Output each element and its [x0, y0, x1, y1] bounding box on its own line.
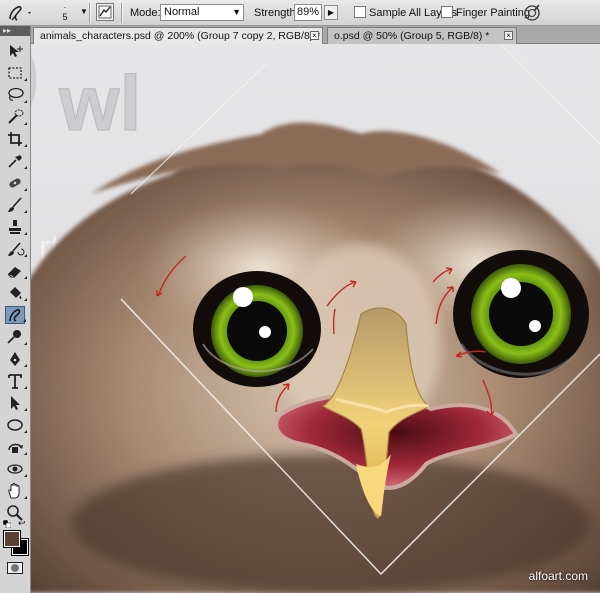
clone-stamp-tool[interactable]: [5, 218, 27, 236]
spot-heal-tool[interactable]: [5, 174, 27, 192]
pen-tool[interactable]: [5, 350, 27, 368]
mode-label: Mode:: [130, 7, 161, 19]
history-brush-tool[interactable]: [5, 240, 27, 258]
brush-size-picker[interactable]: · 5: [52, 2, 78, 24]
3d-orbit-tool[interactable]: [5, 460, 27, 478]
smudge-icon: [9, 309, 21, 322]
quick-mask-button[interactable]: [7, 562, 23, 574]
close-icon[interactable]: ×: [504, 31, 513, 40]
3d-rotate-tool[interactable]: [5, 438, 27, 456]
hand-icon: [8, 483, 20, 499]
lower-fur-shadow: [71, 454, 591, 593]
finger-painting-label: Finger Painting: [456, 7, 530, 19]
marquee-tool[interactable]: [5, 64, 27, 82]
dodge-icon: [7, 330, 21, 344]
mode-value: Normal: [164, 6, 200, 18]
3d-rotate-icon: [8, 443, 23, 453]
lasso-tool[interactable]: [5, 86, 27, 104]
document-canvas[interactable]: wl rt.com: [31, 44, 600, 593]
move-icon: [10, 45, 23, 57]
sample-all-layers-checkbox[interactable]: [354, 6, 366, 18]
ellipse-icon: [7, 419, 23, 431]
brush-tool[interactable]: [5, 196, 27, 214]
crop-icon: [8, 132, 22, 146]
rect-marquee-icon: [8, 67, 22, 79]
brush-icon: [8, 197, 22, 212]
owl-artwork: wl rt.com: [31, 44, 600, 593]
stamp-icon: [9, 220, 21, 234]
eraser-tool[interactable]: [5, 262, 27, 280]
finger-smudge-icon: [9, 5, 31, 21]
tablet-pressure-icon[interactable]: [522, 3, 542, 23]
crop-tool[interactable]: [5, 130, 27, 148]
brush-dropdown-arrow[interactable]: ▼: [80, 7, 88, 16]
eyedropper-icon: [8, 155, 22, 168]
spot-heal-icon: [9, 178, 21, 188]
tab-label: animals_characters.psd @ 200% (Group 7 c…: [40, 30, 321, 42]
hand-tool[interactable]: [5, 482, 27, 500]
left-eye: [193, 271, 321, 387]
brush-size-value: 5: [62, 12, 68, 22]
logo-text: wl: [58, 59, 141, 147]
history-brush-icon: [8, 242, 25, 256]
foreground-color-swatch[interactable]: [3, 530, 21, 548]
move-tool[interactable]: [5, 42, 25, 60]
brush-dot: ·: [63, 2, 67, 12]
eyedropper-tool[interactable]: [5, 152, 27, 170]
close-icon[interactable]: ×: [310, 31, 319, 40]
quick-select-icon: [8, 109, 24, 124]
3d-orbit-icon: [7, 464, 23, 474]
mode-select[interactable]: Normal ▼: [160, 4, 244, 21]
dodge-tool[interactable]: [5, 328, 27, 346]
brush-panel-icon[interactable]: [96, 3, 114, 21]
type-icon: [8, 374, 22, 389]
tools-panel: ▸▸ ↩: [0, 26, 31, 593]
tab-o-psd[interactable]: o.psd @ 50% (Group 5, RGB/8) * ×: [327, 27, 517, 44]
eraser-icon: [7, 267, 21, 278]
quick-select-tool[interactable]: [5, 108, 27, 126]
chevron-down-icon: ▼: [232, 7, 241, 17]
document-tab-bar: animals_characters.psd @ 200% (Group 7 c…: [31, 26, 600, 44]
separator: [89, 3, 91, 23]
tab-animals-characters[interactable]: animals_characters.psd @ 200% (Group 7 c…: [33, 27, 323, 44]
options-bar: · 5 ▼ Mode: Normal ▼ Strength: 89% ▶ Sam…: [0, 0, 600, 26]
path-select-icon: [11, 396, 20, 410]
paint-bucket-icon: [10, 287, 22, 299]
watermark-text: alfoart.com: [528, 569, 588, 583]
pen-icon: [10, 352, 20, 366]
right-eye: [453, 250, 589, 378]
separator: [121, 3, 123, 23]
finger-painting-checkbox[interactable]: [441, 6, 453, 18]
smudge-tool[interactable]: [5, 306, 26, 324]
strength-input[interactable]: 89%: [294, 4, 322, 21]
strength-slider-toggle[interactable]: ▶: [324, 5, 338, 20]
ellipse-tool[interactable]: [5, 416, 27, 434]
swap-colors-icon[interactable]: ↩: [18, 518, 26, 529]
default-colors-icon[interactable]: [2, 519, 12, 529]
path-select-tool[interactable]: [5, 394, 27, 412]
type-tool[interactable]: [5, 372, 27, 390]
tab-label: o.psd @ 50% (Group 5, RGB/8) *: [334, 30, 490, 42]
strength-label: Strength:: [254, 7, 299, 19]
lasso-icon: [8, 87, 24, 101]
tool-preset-picker[interactable]: [6, 3, 36, 23]
paint-bucket-tool[interactable]: [5, 284, 27, 302]
tools-panel-header[interactable]: ▸▸: [0, 26, 30, 36]
